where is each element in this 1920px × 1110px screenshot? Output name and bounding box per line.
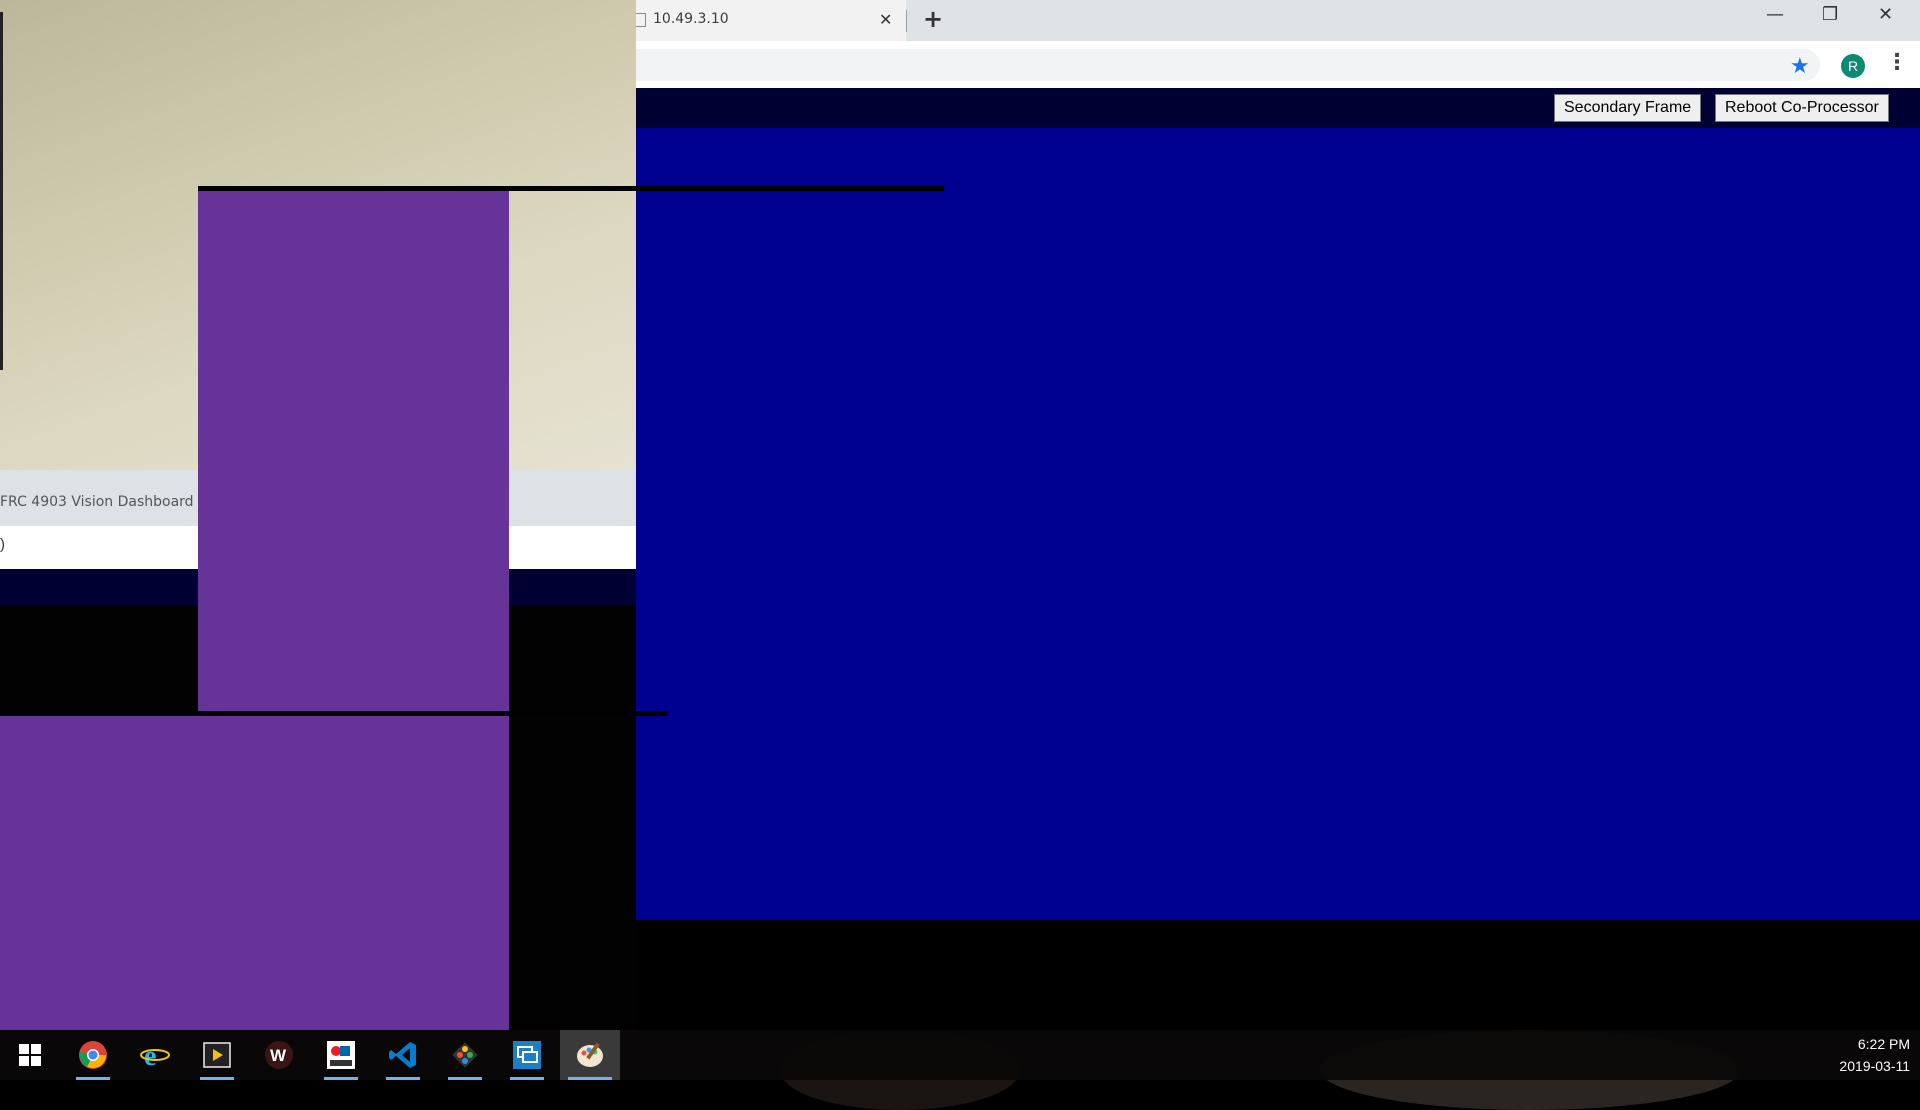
dashboard-header: Secondary Frame Reboot Co-Processor: [636, 88, 1920, 128]
page-favicon-icon: [636, 13, 646, 27]
browser-menu-icon[interactable]: ⋮: [1886, 50, 1908, 75]
paint-icon[interactable]: [560, 1030, 620, 1080]
browser-window: 10.49.3.10 ✕ + — ❐ ✕ ★ R ⋮ Secondary Fra…: [636, 0, 1920, 1030]
restore-button[interactable]: ❐: [1822, 4, 1838, 25]
dashboard-main-area: [636, 128, 1920, 920]
start-icon[interactable]: [5, 1030, 55, 1080]
frame-artifact: [0, 713, 509, 1030]
clock-date[interactable]: 2019-03-11: [1820, 1058, 1910, 1074]
taskbar: e W: [0, 1030, 1920, 1080]
artifact-line: [198, 186, 944, 191]
frame-artifact: [198, 188, 509, 713]
artifact-line: [0, 711, 668, 716]
tab-close-icon[interactable]: ✕: [879, 10, 892, 29]
svg-text:e: e: [144, 1041, 156, 1070]
chrome-icon[interactable]: [68, 1030, 118, 1080]
frc-dashboard-icon[interactable]: [316, 1030, 366, 1080]
window-edge: [0, 12, 3, 370]
bookmark-star-icon[interactable]: ★: [1790, 53, 1810, 79]
tab-title: 10.49.3.10: [653, 11, 729, 27]
new-tab-button[interactable]: +: [923, 5, 943, 33]
svg-text:W: W: [270, 1046, 287, 1065]
git-icon[interactable]: [440, 1030, 490, 1080]
profile-avatar[interactable]: R: [1841, 54, 1865, 78]
internet-explorer-icon[interactable]: e: [130, 1030, 180, 1080]
toolbar: ★ R ⋮: [636, 41, 1920, 88]
reboot-coprocessor-button[interactable]: Reboot Co-Processor: [1715, 94, 1889, 122]
vscode-icon[interactable]: [378, 1030, 428, 1080]
address-bar[interactable]: ★: [636, 49, 1820, 81]
close-window-button[interactable]: ✕: [1878, 4, 1893, 25]
media-player-icon[interactable]: [192, 1030, 242, 1080]
remote-desktop-icon[interactable]: [502, 1030, 552, 1080]
browser-tab[interactable]: 10.49.3.10 ✕: [636, 0, 906, 41]
tab-bar: 10.49.3.10 ✕ + — ❐ ✕: [636, 0, 1920, 41]
secondary-frame-button[interactable]: Secondary Frame: [1554, 94, 1702, 122]
secondary-address-text: ): [0, 536, 5, 553]
tab-separator: [906, 10, 907, 32]
secondary-tab-title[interactable]: FRC 4903 Vision Dashboard: [0, 494, 194, 510]
clock-time[interactable]: 6:22 PM: [1830, 1036, 1910, 1052]
word-icon[interactable]: W: [254, 1030, 304, 1080]
minimize-button[interactable]: —: [1766, 4, 1784, 25]
